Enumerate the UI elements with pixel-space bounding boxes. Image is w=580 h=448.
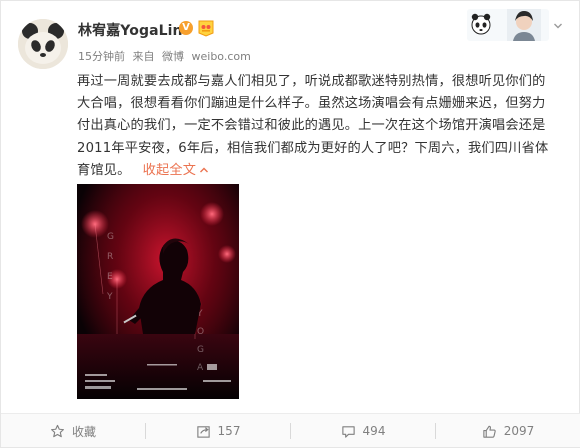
like-count: 2097	[503, 424, 535, 438]
thumbs-up-icon	[483, 425, 496, 438]
svg-text:R: R	[107, 252, 113, 262]
concert-poster-image[interactable]: GREY YOGA	[77, 184, 239, 399]
post-time[interactable]: 15分钟前	[78, 50, 125, 63]
collapse-label: 收起全文	[142, 162, 197, 178]
username[interactable]: 林宥嘉YogaLin	[78, 20, 183, 40]
comment-button[interactable]: 494	[291, 414, 435, 448]
cartoon-card-decoration-icon	[467, 9, 549, 41]
svg-text:E: E	[107, 272, 113, 282]
verified-badge-icon: V	[179, 21, 193, 35]
chevron-up-icon	[200, 167, 209, 173]
comment-count: 494	[362, 424, 386, 438]
svg-text:G: G	[107, 232, 114, 242]
post-text: 再过一周就要去成都与嘉人们相见了，听说成都歌迷特别热情，很想听见你们的大合唱，很…	[77, 71, 551, 182]
favorite-button[interactable]: 收藏	[1, 414, 145, 448]
star-icon	[51, 424, 64, 437]
source-app[interactable]: 微博	[162, 50, 184, 63]
svg-text:Y: Y	[106, 292, 113, 302]
avatar[interactable]	[18, 19, 68, 69]
comment-icon	[341, 425, 355, 438]
poster-artwork-icon: GREY YOGA	[77, 184, 239, 399]
action-bar: 收藏 157 494 2097	[1, 413, 580, 447]
svg-text:G: G	[197, 345, 204, 355]
chevron-down-icon[interactable]	[553, 21, 563, 31]
repost-button[interactable]: 157	[146, 414, 290, 448]
source-prefix: 来自	[132, 50, 155, 63]
repost-icon	[196, 425, 210, 438]
favorite-label: 收藏	[71, 424, 96, 439]
source-site[interactable]: weibo.com	[192, 50, 251, 63]
svg-text:A: A	[197, 363, 204, 373]
repost-count: 157	[217, 424, 241, 438]
like-button[interactable]: 2097	[436, 414, 580, 448]
panda-avatar-icon	[18, 19, 68, 69]
collapse-link[interactable]: 收起全文	[143, 163, 210, 178]
weibo-post-card: 林宥嘉YogaLin V 15分钟前 来自 微博 weibo.com 再过一周就…	[0, 0, 580, 448]
vip-badge-icon	[198, 20, 214, 37]
svg-text:O: O	[197, 327, 204, 337]
post-meta: 15分钟前 来自 微博 weibo.com	[78, 48, 255, 64]
